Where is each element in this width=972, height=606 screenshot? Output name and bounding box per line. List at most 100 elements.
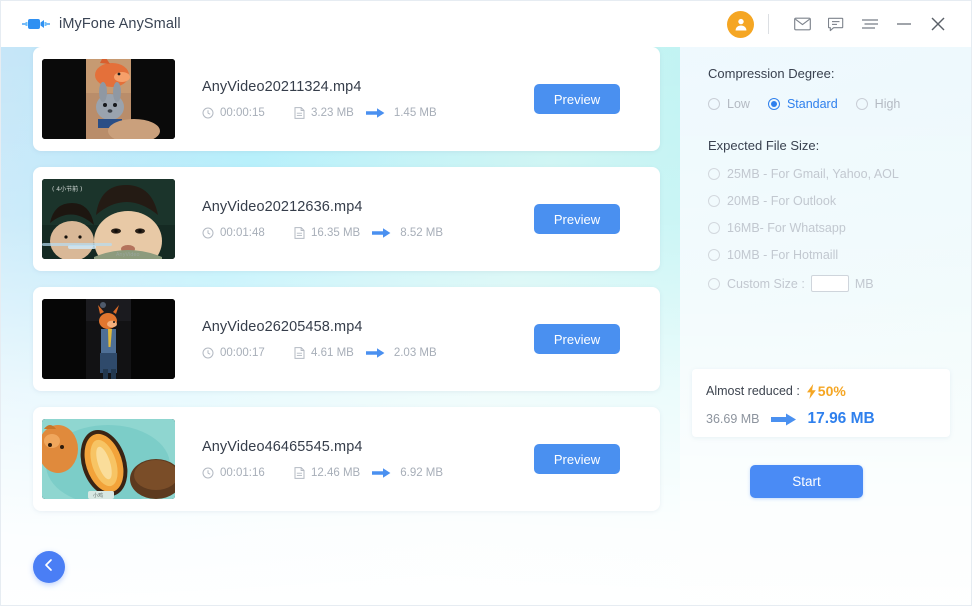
svg-text:AnyVideo: AnyVideo — [116, 252, 140, 258]
video-compressed-size-value: 1.45 MB — [393, 107, 437, 119]
video-original-size-value: 16.35 MB — [311, 227, 361, 239]
video-meta: 00:00:17 4.61 MB 2.03 MB — [202, 347, 534, 359]
video-duration: 00:01:16 — [202, 467, 294, 479]
video-thumbnail: 小鸡 — [42, 419, 175, 499]
file-size-option-16mb[interactable]: 16MB- For Whatsapp — [708, 221, 971, 235]
compression-degree-low[interactable]: Low — [708, 97, 750, 111]
file-icon — [294, 227, 305, 239]
video-meta: 00:00:15 3.23 MB 1.45 MB — [202, 107, 534, 119]
preview-button[interactable]: Preview — [534, 204, 620, 234]
video-list-item[interactable]: AnyVideo26205458.mp4 00:00:17 4.61 MB 2.… — [33, 287, 660, 391]
custom-size-input[interactable] — [810, 275, 849, 292]
lightning-bolt-icon — [806, 383, 817, 399]
compression-degree-standard-label: Standard — [786, 97, 838, 111]
video-meta: 00:01:48 16.35 MB 8.52 MB — [202, 227, 534, 239]
video-original-size: 16.35 MB — [294, 227, 360, 239]
preview-button[interactable]: Preview — [534, 444, 620, 474]
video-info: AnyVideo46465545.mp4 00:01:16 12.46 MB 6… — [202, 439, 534, 479]
video-list-item[interactable]: AnyVideo20211324.mp4 00:00:15 3.23 MB 1.… — [33, 47, 660, 151]
size-after: 17.96 MB — [807, 410, 875, 427]
radio-icon — [708, 277, 720, 290]
video-thumbnail — [42, 59, 175, 139]
menu-icon[interactable] — [853, 7, 887, 41]
expected-file-size-options: 25MB - For Gmail, Yahoo, AOL 20MB - For … — [708, 167, 971, 292]
compression-degree-standard[interactable]: Standard — [767, 97, 838, 111]
reduction-label: Almost reduced : — [706, 384, 800, 398]
size-comparison-row: 36.69 MB 17.96 MB — [706, 410, 950, 428]
radio-icon — [708, 249, 720, 261]
reduction-summary: Almost reduced : 50% 36.69 MB 17.96 MB — [692, 369, 950, 437]
close-icon[interactable] — [921, 7, 955, 41]
minimize-icon[interactable] — [887, 7, 921, 41]
feedback-icon[interactable] — [819, 7, 853, 41]
video-list-item[interactable]: 小鸡 AnyVideo46465545.mp4 00:01:16 12.46 M… — [33, 407, 660, 511]
arrow-right-icon — [365, 107, 385, 119]
chevron-left-icon — [42, 558, 56, 577]
file-size-option-16mb-label: 16MB- For Whatsapp — [727, 221, 846, 235]
video-filename: AnyVideo20212636.mp4 — [202, 199, 363, 215]
app-window: iMyFone AnySmall AnyVideo20211324.mp4 00… — [0, 0, 972, 606]
video-list: AnyVideo20211324.mp4 00:00:15 3.23 MB 1.… — [33, 47, 660, 527]
preview-button[interactable]: Preview — [534, 84, 620, 114]
video-original-size-value: 4.61 MB — [311, 347, 354, 359]
expected-file-size-heading: Expected File Size: — [708, 138, 820, 153]
preview-button[interactable]: Preview — [534, 324, 620, 354]
video-list-item[interactable]: ( 4小节前 ) AnyVideo AnyVideo20212636.mp4 0… — [33, 167, 660, 271]
file-size-option-10mb[interactable]: 10MB - For Hotmaill — [708, 248, 971, 262]
file-icon — [294, 107, 305, 119]
arrow-right-icon — [372, 227, 391, 239]
file-size-option-10mb-label: 10MB - For Hotmaill — [727, 248, 839, 262]
back-button[interactable] — [33, 551, 65, 583]
video-original-size-value: 12.46 MB — [311, 467, 361, 479]
video-duration-value: 00:01:48 — [220, 227, 265, 239]
custom-size-label: Custom Size : — [727, 276, 805, 291]
radio-icon — [708, 222, 720, 234]
file-size-option-custom[interactable]: Custom Size : MB — [708, 275, 971, 292]
arrow-right-icon — [372, 467, 391, 479]
file-size-option-25mb[interactable]: 25MB - For Gmail, Yahoo, AOL — [708, 167, 971, 181]
video-duration: 00:00:15 — [202, 107, 294, 119]
title-bar: iMyFone AnySmall — [1, 1, 971, 47]
clock-icon — [202, 467, 214, 479]
video-original-size: 3.23 MB — [294, 107, 354, 119]
mail-icon[interactable] — [785, 7, 819, 41]
titlebar-divider — [768, 14, 769, 34]
start-button[interactable]: Start — [750, 465, 863, 498]
radio-icon — [708, 168, 720, 180]
video-thumbnail — [42, 299, 175, 379]
app-title: iMyFone AnySmall — [59, 16, 181, 32]
file-icon — [294, 467, 305, 479]
file-icon — [294, 347, 305, 359]
compression-degree-heading: Compression Degree: — [708, 66, 835, 81]
clock-icon — [202, 227, 214, 239]
reduction-percent-row: Almost reduced : 50% — [706, 383, 950, 399]
clock-icon — [202, 347, 214, 359]
video-duration-value: 00:00:15 — [220, 107, 265, 119]
file-size-option-20mb-label: 20MB - For Outlook — [727, 194, 837, 208]
radio-icon — [855, 98, 868, 110]
svg-text:小鸡: 小鸡 — [93, 492, 103, 499]
file-size-option-20mb[interactable]: 20MB - For Outlook — [708, 194, 971, 208]
video-info: AnyVideo26205458.mp4 00:00:17 4.61 MB 2.… — [202, 319, 534, 359]
video-original-size-value: 3.23 MB — [311, 107, 354, 119]
svg-text:( 4小节前 ): ( 4小节前 ) — [52, 185, 82, 193]
user-avatar-icon[interactable] — [727, 10, 754, 38]
video-compressed-size-value: 8.52 MB — [400, 227, 444, 239]
compression-degree-high[interactable]: High — [855, 97, 901, 111]
titlebar-controls — [727, 7, 955, 41]
arrow-right-icon — [365, 347, 385, 359]
radio-icon — [708, 98, 720, 110]
video-compressed-size-value: 2.03 MB — [393, 347, 437, 359]
arrow-right-icon — [770, 412, 797, 427]
compression-degree-high-label: High — [874, 97, 901, 111]
video-info: AnyVideo20212636.mp4 00:01:48 16.35 MB 8… — [202, 199, 534, 239]
video-duration: 00:00:17 — [202, 347, 294, 359]
video-filename: AnyVideo20211324.mp4 — [202, 79, 362, 95]
video-filename: AnyVideo46465545.mp4 — [202, 439, 363, 455]
custom-size-unit: MB — [854, 276, 874, 291]
video-original-size: 4.61 MB — [294, 347, 354, 359]
video-duration-value: 00:01:16 — [220, 467, 265, 479]
video-info: AnyVideo20211324.mp4 00:00:15 3.23 MB 1.… — [202, 79, 534, 119]
video-thumbnail: ( 4小节前 ) AnyVideo — [42, 179, 175, 259]
video-meta: 00:01:16 12.46 MB 6.92 MB — [202, 467, 534, 479]
